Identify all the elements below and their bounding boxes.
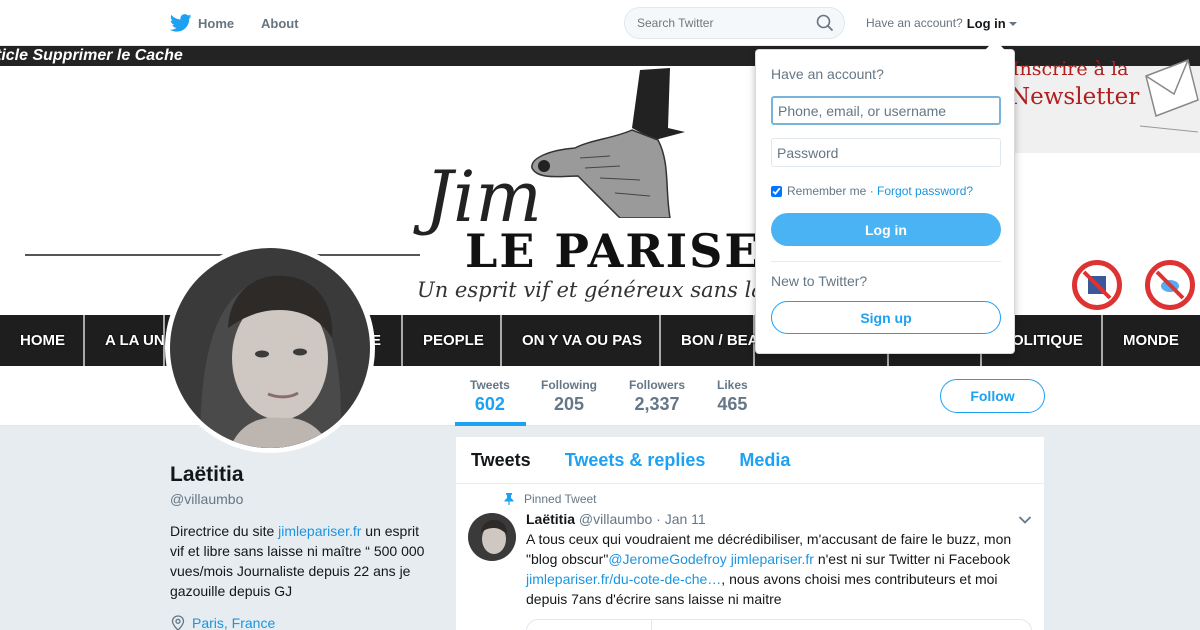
login-dropdown-toggle[interactable]: Log in — [967, 16, 1017, 31]
twitter-bird-icon — [170, 14, 192, 32]
tab-tweets-replies[interactable]: Tweets & replies — [565, 450, 706, 471]
tweet-date[interactable]: Jan 11 — [665, 511, 706, 527]
profile-bio: Directrice du site jimlepariser.fr un es… — [170, 521, 435, 601]
remember-row: Remember me · Forgot password? — [771, 184, 973, 198]
tweet-mention[interactable]: @JeromeGodefroy — [608, 551, 726, 567]
stat-tweets-value: 602 — [474, 394, 505, 414]
search-icon[interactable] — [816, 14, 834, 32]
nav-about[interactable]: About — [261, 0, 299, 46]
profile-handle: @villaumbo — [170, 491, 244, 507]
tweet-link-2[interactable]: jimlepariser.fr/du-cote-de-che… — [526, 571, 721, 587]
login-dropdown: Have an account? Remember me · Forgot pa… — [755, 49, 1015, 354]
stat-following-label: Following — [541, 378, 597, 392]
tweet-link-card[interactable] — [526, 619, 1032, 630]
banner-menu-item: PEOPLE — [403, 315, 502, 366]
tweet-author-name[interactable]: Laëtitia — [526, 511, 575, 527]
pinned-label: Pinned Tweet — [524, 492, 597, 506]
login-link-label: Log in — [966, 15, 1006, 31]
banner-title: LE PARISE — [465, 224, 762, 278]
stat-followers-label: Followers — [629, 378, 686, 392]
chevron-down-icon[interactable] — [1018, 515, 1032, 525]
stat-following[interactable]: Following 205 — [541, 378, 597, 415]
tweet-card-divider — [651, 620, 652, 630]
pin-icon — [504, 493, 514, 505]
login-button[interactable]: Log in — [771, 213, 1001, 246]
dropdown-divider — [771, 261, 1001, 262]
profile-location: Paris, France — [170, 615, 275, 630]
signup-button[interactable]: Sign up — [771, 301, 1001, 334]
tweet-link-1[interactable]: jimlepariser.fr — [731, 551, 814, 567]
tweet-avatar-portrait — [468, 513, 516, 561]
dropdown-caret — [985, 40, 1005, 50]
remember-separator: · — [866, 184, 878, 198]
banner-menu-item: MONDE — [1123, 332, 1179, 349]
timeline: Tweets Tweets & replies Media Pinned Twe… — [456, 437, 1044, 630]
avatar-portrait — [170, 248, 370, 448]
pinned-indicator: Pinned Tweet — [504, 492, 597, 506]
stat-followers-value: 2,337 — [634, 394, 680, 414]
envelope-icon — [1139, 58, 1199, 133]
banner-menu-item: A LA UN — [85, 315, 165, 366]
stat-following-value: 205 — [553, 394, 585, 414]
dropdown-title: Have an account? — [771, 66, 884, 82]
have-account-text: Have an account? — [866, 16, 963, 30]
dog-illustration — [531, 68, 685, 218]
nav-home-label: Home — [198, 15, 235, 31]
stat-likes-label: Likes — [717, 378, 748, 392]
stat-tweets-label: Tweets — [470, 378, 510, 392]
newsletter-line-1: Inscrire à la — [1012, 58, 1129, 80]
profile-name: Laëtitia — [170, 463, 244, 486]
stat-likes-value: 465 — [717, 394, 748, 414]
newsletter-line-2: Newsletter — [1010, 84, 1140, 110]
remember-me-label[interactable]: Remember me — [787, 184, 866, 198]
banner-slogan: Un esprit vif et généreux sans laisse — [417, 278, 805, 302]
forgot-password-link[interactable]: Forgot password? — [877, 184, 973, 198]
banner-menu-item: ON Y VA OU PAS — [502, 315, 661, 366]
nav-home[interactable]: Home — [170, 0, 234, 46]
facebook-crossed-icon — [1072, 260, 1122, 310]
active-stat-underline — [455, 422, 526, 426]
remember-me-checkbox[interactable] — [771, 185, 782, 197]
tweet-dot: · — [656, 511, 665, 527]
stat-followers[interactable]: Followers 2,337 — [629, 378, 685, 415]
bio-link[interactable]: jimlepariser.fr — [278, 523, 361, 539]
follow-button[interactable]: Follow — [940, 379, 1045, 413]
new-to-twitter-text: New to Twitter? — [771, 273, 868, 289]
password-field[interactable] — [771, 138, 1001, 167]
tweet-header: Laëtitia @villaumbo · Jan 11 — [526, 511, 706, 527]
banner-menu-item: HOME — [0, 315, 85, 366]
search-input[interactable] — [624, 7, 845, 39]
location-pin-icon — [171, 615, 185, 630]
tab-tweets[interactable]: Tweets — [471, 450, 531, 471]
timeline-tabs: Tweets Tweets & replies Media — [456, 437, 1044, 484]
profile-avatar[interactable] — [165, 243, 375, 453]
location-link[interactable]: Paris, France — [192, 615, 275, 630]
tab-media[interactable]: Media — [739, 450, 790, 471]
tweet-avatar[interactable] — [468, 513, 516, 561]
banner-menu-item: BON / BEA — [661, 315, 759, 366]
stat-likes[interactable]: Likes 465 — [717, 378, 748, 415]
banner-top-strip-text: ticle Supprimer le Cache — [0, 47, 183, 64]
bio-prefix: Directrice du site — [170, 523, 279, 539]
stat-tweets[interactable]: Tweets 602 — [470, 378, 510, 415]
top-navigation: Home About Have an account? Log in — [0, 0, 1200, 46]
username-field[interactable] — [771, 96, 1001, 125]
twitter-crossed-icon — [1145, 260, 1195, 310]
caret-down-icon — [1008, 22, 1017, 27]
tweet-text-part: n'est ni sur Twitter ni Facebook — [813, 551, 1011, 567]
tweet-text: A tous ceux qui voudraient me décrédibil… — [526, 529, 1026, 609]
tweet-author-handle[interactable]: @villaumbo — [579, 511, 652, 527]
